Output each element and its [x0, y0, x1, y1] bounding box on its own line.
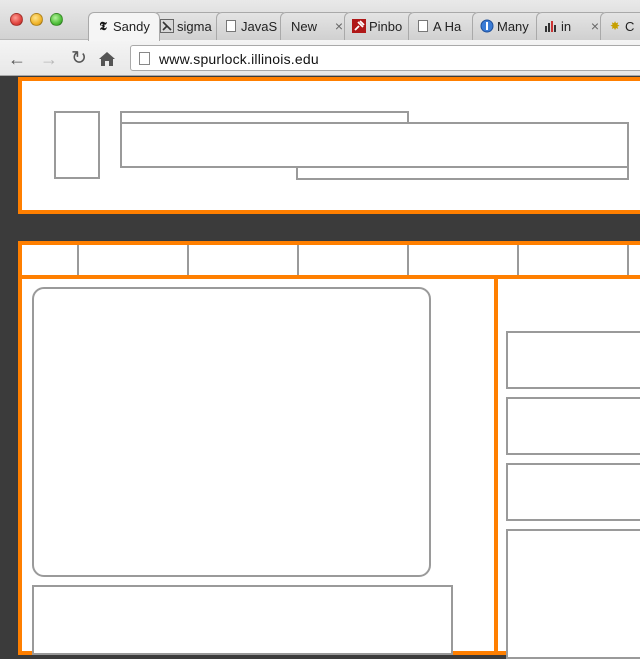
tab-a-ha[interactable]: A Ha — [408, 12, 480, 40]
close-icon[interactable]: × — [335, 18, 343, 34]
address-bar[interactable]: www.spurlock.illinois.edu — [130, 45, 640, 71]
sigma-favicon-icon — [160, 19, 174, 33]
tab-title: Many — [497, 19, 529, 34]
nav-divider — [627, 245, 629, 275]
sidebar-box-3[interactable] — [506, 463, 640, 521]
nav-items — [22, 245, 640, 275]
nav-item-1[interactable] — [22, 245, 77, 275]
nav-item-6[interactable] — [519, 245, 627, 275]
tab-new[interactable]: New × — [280, 12, 352, 40]
nav-item-5[interactable] — [409, 245, 517, 275]
pinboard-pin-icon — [352, 19, 366, 33]
nav-item-4[interactable] — [299, 245, 407, 275]
tab-many[interactable]: Many — [472, 12, 544, 40]
url-text: www.spurlock.illinois.edu — [159, 51, 319, 67]
nyt-logo-icon: 𝕿 — [99, 19, 107, 33]
content-text-placeholder — [32, 585, 453, 655]
sidebar-box-2[interactable] — [506, 397, 640, 455]
puzzle-icon: ✸ — [609, 19, 621, 33]
featured-image-placeholder[interactable] — [32, 287, 431, 577]
forward-arrow-icon[interactable]: → — [38, 48, 60, 70]
bar-chart-icon — [544, 19, 558, 33]
tab-c[interactable]: ✸ C — [600, 12, 640, 40]
sidebar-box-4[interactable] — [506, 529, 640, 659]
window-minimize-button[interactable] — [30, 13, 43, 26]
close-icon[interactable]: × — [591, 18, 599, 34]
document-icon — [224, 19, 238, 33]
home-icon[interactable] — [96, 48, 118, 70]
back-arrow-icon[interactable]: ← — [6, 48, 28, 70]
tab-sandy[interactable]: 𝕿 Sandy — [88, 12, 160, 41]
tab-sigma[interactable]: sigma — [152, 12, 224, 40]
page-icon — [139, 52, 150, 65]
window-zoom-button[interactable] — [50, 13, 63, 26]
tab-title: C — [625, 19, 635, 34]
tab-title: in — [561, 19, 572, 34]
browser-title-bar: 𝕿 Sandy sigma JavaS New × Pinbo A Ha Man… — [0, 0, 640, 41]
window-close-button[interactable] — [10, 13, 23, 26]
globe-icon — [480, 19, 494, 33]
tab-javascript[interactable]: JavaS — [216, 12, 288, 40]
tab-title: sigma — [177, 19, 212, 34]
tab-title: New — [291, 19, 318, 34]
nav-item-3[interactable] — [189, 245, 297, 275]
nav-item-2[interactable] — [79, 245, 187, 275]
reload-icon[interactable]: ↻ — [68, 48, 90, 70]
header-title-placeholder — [120, 122, 629, 168]
tab-in[interactable]: in × — [536, 12, 608, 40]
tab-title: A Ha — [433, 19, 462, 34]
logo-placeholder — [54, 111, 100, 179]
tab-title: Pinbo — [369, 19, 403, 34]
tab-pinboard[interactable]: Pinbo — [344, 12, 416, 40]
tab-title: Sandy — [113, 19, 150, 34]
document-icon — [416, 19, 430, 33]
browser-toolbar: ← → ↻ www.spurlock.illinois.edu — [0, 40, 640, 76]
tab-title: JavaS — [241, 19, 278, 34]
sidebar-box-1[interactable] — [506, 331, 640, 389]
header-subtitle-placeholder — [296, 166, 629, 180]
